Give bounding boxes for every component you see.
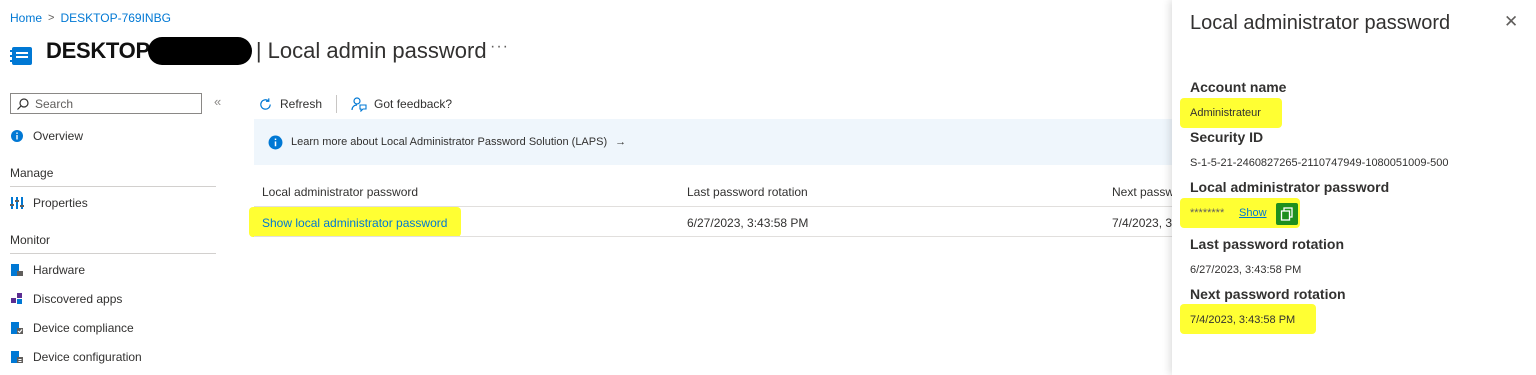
page-title: DESKTOP | Local admin password bbox=[10, 34, 487, 68]
search-placeholder: Search bbox=[35, 96, 74, 111]
apps-icon bbox=[11, 293, 22, 304]
copy-button[interactable] bbox=[1276, 203, 1298, 225]
column-header-last-rotation: Last password rotation bbox=[687, 185, 808, 199]
command-bar: Refresh Got feedback? bbox=[258, 95, 452, 113]
sidebar-item-hardware[interactable]: Hardware bbox=[10, 263, 85, 277]
next-rotation-cell: 7/4/2023, 3 bbox=[1112, 216, 1173, 230]
password-mask: ******** bbox=[1190, 207, 1225, 219]
password-detail-panel: Local administrator password ✕ Account n… bbox=[1172, 0, 1536, 375]
breadcrumb-home[interactable]: Home bbox=[10, 11, 42, 25]
info-banner[interactable]: Learn more about Local Administrator Pas… bbox=[254, 119, 1184, 165]
sidebar-item-device-configuration[interactable]: Device configuration bbox=[10, 350, 142, 364]
sidebar-item-label: Overview bbox=[33, 129, 84, 143]
feedback-label: Got feedback? bbox=[374, 97, 453, 111]
breadcrumb: Home > DESKTOP-769INBG bbox=[10, 11, 171, 25]
sidebar-item-label: Hardware bbox=[33, 263, 86, 277]
last-rotation-label: Last password rotation bbox=[1190, 236, 1345, 252]
next-rotation-label: Next password rotation bbox=[1190, 286, 1346, 302]
banner-text: Learn more about Local Administrator Pas… bbox=[291, 136, 608, 148]
show-password-link[interactable]: Show local administrator password bbox=[262, 216, 447, 230]
password-label: Local administrator password bbox=[1190, 179, 1390, 195]
feedback-button[interactable]: Got feedback? bbox=[351, 96, 452, 112]
divider bbox=[10, 186, 216, 187]
collapse-sidebar-button[interactable]: « bbox=[214, 94, 221, 109]
more-options-button[interactable]: ··· bbox=[490, 38, 509, 56]
next-rotation-value: 7/4/2023, 3:43:58 PM bbox=[1190, 314, 1296, 326]
properties-icon bbox=[10, 197, 24, 209]
breadcrumb-separator: > bbox=[48, 12, 55, 24]
configuration-icon bbox=[11, 351, 23, 363]
sidebar-item-label: Device configuration bbox=[33, 350, 142, 364]
refresh-button[interactable]: Refresh bbox=[258, 97, 322, 112]
column-header-password: Local administrator password bbox=[262, 185, 419, 199]
security-id-value: S-1-5-21-2460827265-2110747949-108005100… bbox=[1190, 157, 1449, 169]
info-icon bbox=[268, 135, 283, 149]
sidebar-item-device-compliance[interactable]: Device compliance bbox=[10, 321, 134, 335]
sidebar-item-label: Device compliance bbox=[33, 321, 134, 335]
device-icon bbox=[10, 47, 32, 65]
arrow-right-icon: → bbox=[615, 136, 627, 148]
sidebar-item-properties[interactable]: Properties bbox=[10, 196, 88, 210]
toolbar-divider bbox=[336, 95, 338, 113]
hardware-icon bbox=[11, 264, 23, 276]
feedback-icon bbox=[351, 97, 367, 112]
sidebar-item-discovered-apps[interactable]: Discovered apps bbox=[10, 292, 122, 306]
close-icon[interactable]: ✕ bbox=[1504, 12, 1518, 32]
sidebar-item-label: Properties bbox=[33, 196, 88, 210]
show-password-link[interactable]: Show bbox=[1239, 207, 1267, 219]
security-id-label: Security ID bbox=[1190, 129, 1264, 145]
copy-icon bbox=[1280, 207, 1293, 221]
last-rotation-cell: 6/27/2023, 3:43:58 PM bbox=[687, 216, 809, 230]
redaction-mark bbox=[147, 37, 252, 65]
last-rotation-value: 6/27/2023, 3:43:58 PM bbox=[1190, 264, 1302, 276]
breadcrumb-device[interactable]: DESKTOP-769INBG bbox=[60, 11, 170, 25]
divider bbox=[10, 253, 216, 254]
compliance-icon bbox=[11, 322, 23, 334]
search-input[interactable]: Search bbox=[10, 93, 202, 114]
sidebar-item-label: Discovered apps bbox=[33, 292, 123, 306]
table-divider bbox=[254, 236, 1184, 237]
blade-title: | Local admin password bbox=[255, 38, 487, 63]
section-header-monitor: Monitor bbox=[10, 233, 51, 247]
panel-title: Local administrator password bbox=[1190, 12, 1451, 34]
refresh-icon bbox=[260, 97, 271, 110]
section-header-manage: Manage bbox=[10, 166, 54, 180]
search-icon bbox=[17, 97, 29, 110]
account-name-value: Administrateur bbox=[1190, 107, 1261, 119]
column-header-next-rotation: Next passw bbox=[1112, 185, 1175, 199]
sidebar-item-overview[interactable]: Overview bbox=[10, 129, 83, 143]
device-name: DESKTOP bbox=[46, 38, 150, 63]
account-name-label: Account name bbox=[1190, 79, 1287, 95]
refresh-label: Refresh bbox=[280, 97, 323, 111]
info-icon bbox=[11, 130, 23, 142]
